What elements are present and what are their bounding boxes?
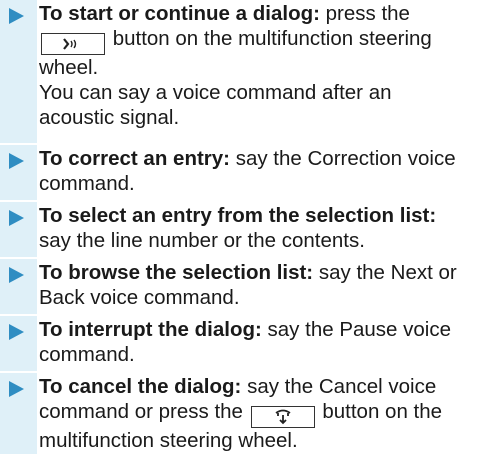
instruction-text: To cancel the dialog: say the Cancel voi… xyxy=(37,373,479,454)
instruction-continuation: You can say a voice command after an aco… xyxy=(39,81,392,129)
list-item: To select an entry from the selection li… xyxy=(0,202,479,257)
list-item: To interrupt the dialog: say the Pause v… xyxy=(0,316,479,371)
arrow-bullet-icon xyxy=(9,267,24,283)
list-item: To correct an entry: say the Correction … xyxy=(0,145,479,200)
arrow-bullet-icon xyxy=(9,324,24,340)
instruction-text: To interrupt the dialog: say the Pause v… xyxy=(37,316,479,371)
list-item: To start or continue a dialog: press the… xyxy=(0,0,479,143)
instruction-text: To select an entry from the selection li… xyxy=(37,202,479,257)
instruction-heading: To cancel the dialog: xyxy=(39,375,242,398)
instruction-list: To start or continue a dialog: press the… xyxy=(0,0,479,454)
voice-control-icon xyxy=(41,33,105,55)
list-item: To cancel the dialog: say the Cancel voi… xyxy=(0,373,479,454)
instruction-body: say the line number or the contents. xyxy=(39,229,365,252)
arrow-bullet-icon xyxy=(9,210,24,226)
instruction-text: To start or continue a dialog: press the… xyxy=(37,0,479,143)
instruction-heading: To select an entry from the selection li… xyxy=(39,204,437,227)
list-item: To browse the selection list: say the Ne… xyxy=(0,259,479,314)
instruction-heading: To interrupt the dialog: xyxy=(39,318,262,341)
arrow-bullet-icon xyxy=(9,153,24,169)
hang-up-icon xyxy=(250,406,315,428)
instruction-heading: To start or continue a dialog: xyxy=(39,2,320,25)
instruction-text: To correct an entry: say the Correction … xyxy=(37,145,479,200)
instruction-heading: To correct an entry: xyxy=(39,147,230,170)
instruction-body: press the xyxy=(325,2,410,25)
arrow-bullet-icon xyxy=(9,8,24,24)
instruction-heading: To browse the selection list: xyxy=(39,261,314,284)
arrow-bullet-icon xyxy=(9,381,24,397)
instruction-text: To browse the selection list: say the Ne… xyxy=(37,259,479,314)
